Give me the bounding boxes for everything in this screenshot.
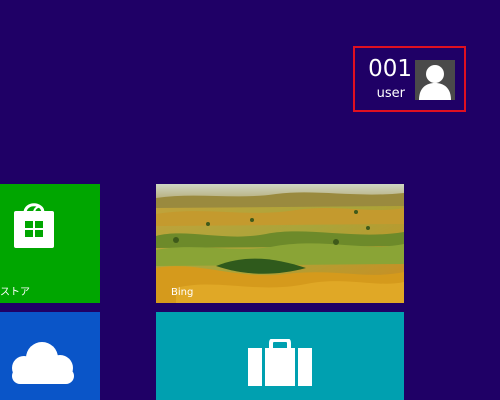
tile-travel[interactable]: [156, 312, 404, 400]
cloud-icon: [12, 342, 74, 384]
bing-landscape-image: [156, 184, 404, 303]
tile-bing-label: Bing: [171, 287, 194, 298]
account-user-name: 001: [368, 56, 412, 82]
tile-bing[interactable]: Bing: [156, 184, 404, 303]
avatar: [415, 60, 455, 100]
tile-store[interactable]: ストア: [0, 184, 100, 303]
user-account-button[interactable]: 001 user: [353, 46, 466, 112]
account-user-sub: user: [376, 86, 405, 101]
user-silhouette-icon: [419, 65, 451, 100]
tile-store-label: ストア: [0, 287, 30, 298]
suitcase-icon: [248, 339, 312, 386]
tile-skydrive[interactable]: [0, 312, 100, 400]
store-bag-icon: [14, 203, 54, 248]
